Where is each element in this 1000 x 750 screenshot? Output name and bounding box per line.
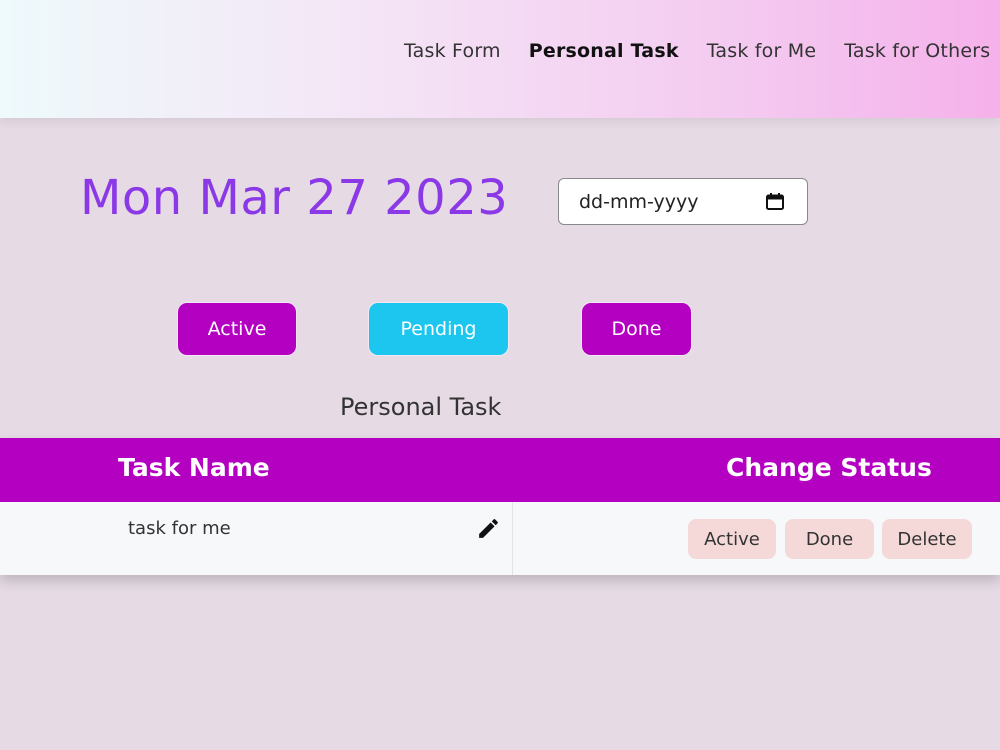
table-header: Task Name Change Status (0, 438, 1000, 502)
cell-divider (512, 502, 513, 575)
section-title: Personal Task (340, 393, 502, 421)
nav-link-task-for-others[interactable]: Task for Others (844, 40, 990, 62)
task-name-cell: task for me (128, 518, 231, 539)
filter-active-button[interactable]: Active (177, 302, 297, 356)
task-table: Task Name Change Status task for me Acti… (0, 438, 1000, 575)
nav-link-task-for-me[interactable]: Task for Me (707, 40, 817, 62)
nav-link-task-form[interactable]: Task Form (404, 40, 501, 62)
table-row: task for me Active Done Delete (0, 502, 1000, 575)
column-header-change-status: Change Status (726, 453, 932, 482)
date-picker-input[interactable] (579, 179, 759, 224)
pencil-icon[interactable] (476, 516, 501, 541)
row-done-button[interactable]: Done (785, 519, 874, 559)
nav-links: Task Form Personal Task Task for Me Task… (404, 40, 1000, 62)
nav-link-personal-task[interactable]: Personal Task (529, 40, 679, 62)
navbar: Task Form Personal Task Task for Me Task… (0, 0, 1000, 118)
current-date-title: Mon Mar 27 2023 (80, 170, 509, 226)
column-header-task-name: Task Name (118, 453, 270, 482)
filter-pending-button[interactable]: Pending (368, 302, 509, 356)
row-delete-button[interactable]: Delete (882, 519, 972, 559)
filter-done-button[interactable]: Done (581, 302, 692, 356)
date-picker[interactable] (558, 178, 808, 225)
calendar-icon[interactable] (766, 193, 784, 210)
row-active-button[interactable]: Active (688, 519, 776, 559)
